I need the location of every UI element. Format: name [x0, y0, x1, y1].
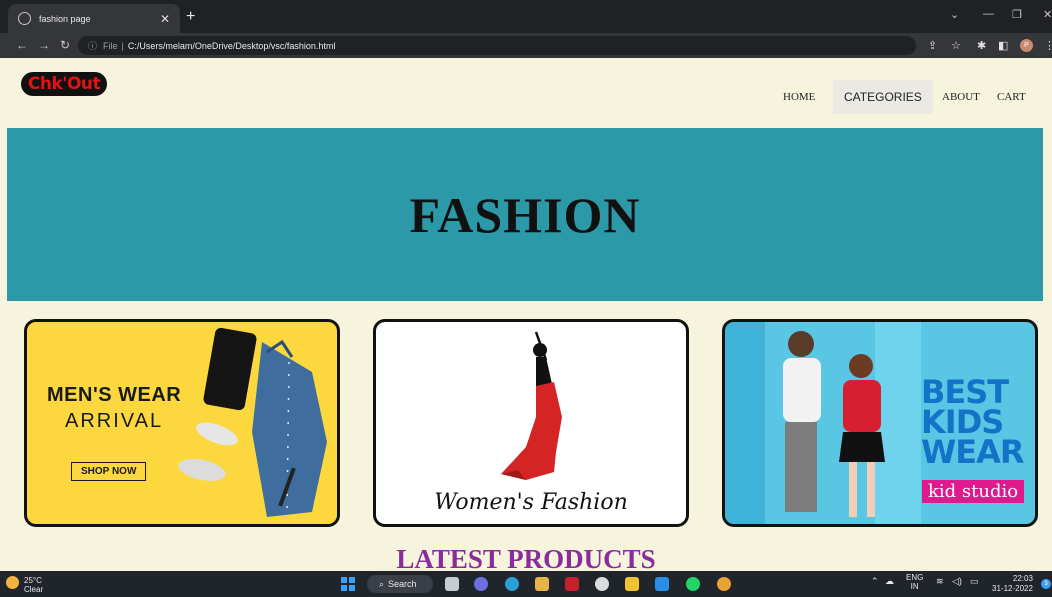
browser-tab[interactable]: fashion page ✕: [8, 4, 180, 33]
bookmark-star-icon[interactable]: ☆: [951, 39, 961, 52]
maximize-button[interactable]: ❐: [1012, 8, 1022, 21]
tab-title: fashion page: [39, 13, 91, 24]
task-view-icon[interactable]: [445, 577, 459, 591]
logo-part-1: Chk': [27, 74, 68, 94]
weather-moon-icon[interactable]: [6, 576, 19, 589]
weather-temp: 25°C: [24, 576, 42, 585]
kids-line-3: WEAR: [921, 433, 1025, 471]
info-icon[interactable]: ⓘ: [88, 39, 97, 52]
url-scheme: File: [103, 40, 118, 51]
back-icon[interactable]: ←: [16, 38, 28, 52]
notification-badge[interactable]: 3: [1041, 579, 1051, 589]
menu-icon[interactable]: ⋮: [1044, 39, 1052, 52]
system-clock[interactable]: 22:03 31-12-2022: [992, 574, 1033, 594]
address-bar[interactable]: ⓘ File | C:/Users/melam/OneDrive/Desktop…: [78, 36, 916, 55]
women-card-label: Women's Fashion: [434, 490, 628, 515]
logo-part-2: Out: [66, 74, 101, 94]
nav-about[interactable]: ABOUT: [942, 91, 980, 103]
clock-time: 22:03: [1012, 574, 1033, 583]
share-icon[interactable]: ⇪: [928, 39, 937, 52]
cloud-icon[interactable]: ☁: [885, 576, 894, 587]
language-indicator[interactable]: ENG IN: [906, 573, 923, 591]
category-card-kids[interactable]: BEST KIDS WEAR kid studio: [722, 319, 1038, 527]
whatsapp-icon[interactable]: [686, 577, 700, 591]
weather-condition: Clear: [24, 585, 44, 594]
tray-chevron-icon[interactable]: ⌃: [871, 576, 879, 587]
search-icon: ⌕: [379, 578, 385, 589]
volume-icon[interactable]: ◁): [952, 576, 962, 587]
browser-tabbar: fashion page ✕ + ⌄ — ❐ ✕: [0, 0, 1052, 33]
category-card-men[interactable]: MEN'S WEAR ARRIVAL SHOP NOW: [24, 319, 340, 527]
windows-taskbar: 25°C Clear ⌕ Search ⌃ ☁ ENG IN ≋ ◁) ▭ 22…: [0, 571, 1052, 597]
kids-card-headline: BEST KIDS WEAR: [921, 376, 1025, 471]
globe-icon: [18, 12, 31, 25]
store-icon[interactable]: [535, 577, 549, 591]
lang-code: ENG: [906, 573, 924, 582]
minimize-button[interactable]: —: [983, 8, 994, 20]
url-text: C:/Users/melam/OneDrive/Desktop/vsc/fash…: [127, 40, 336, 51]
lang-region: IN: [910, 582, 919, 591]
side-panel-icon[interactable]: ◧: [998, 39, 1008, 52]
edge-icon[interactable]: [505, 577, 519, 591]
close-window-button[interactable]: ✕: [1043, 8, 1052, 21]
menswear-illustration: [178, 327, 327, 517]
category-card-women[interactable]: Women's Fashion: [373, 319, 689, 527]
tab-search-icon[interactable]: ⌄: [950, 8, 959, 21]
start-button[interactable]: [341, 577, 355, 591]
file-explorer-icon[interactable]: [625, 577, 639, 591]
hero-title: FASHION: [409, 186, 641, 243]
forward-icon[interactable]: →: [38, 38, 50, 52]
chrome-icon[interactable]: [717, 577, 731, 591]
battery-icon[interactable]: ▭: [970, 576, 979, 587]
kid-studio-badge: kid studio: [922, 480, 1025, 503]
site-logo[interactable]: Chk'Out: [21, 72, 107, 96]
url-separator: |: [121, 40, 124, 51]
new-tab-button[interactable]: +: [186, 8, 195, 26]
nav-home[interactable]: HOME: [783, 91, 815, 103]
dell-icon[interactable]: [595, 577, 609, 591]
profile-avatar[interactable]: P: [1020, 39, 1033, 52]
hero-banner: FASHION: [7, 128, 1043, 301]
reload-icon[interactable]: ↻: [60, 38, 70, 52]
clock-date: 31-12-2022: [992, 584, 1033, 593]
teams-icon[interactable]: [474, 577, 488, 591]
wifi-icon[interactable]: ≋: [936, 576, 944, 587]
nav-cart[interactable]: CART: [997, 91, 1026, 103]
mcafee-icon[interactable]: [565, 577, 579, 591]
taskbar-search-label: Search: [388, 579, 417, 589]
weather-widget[interactable]: 25°C Clear: [24, 576, 43, 594]
nav-categories[interactable]: CATEGORIES: [833, 80, 933, 114]
browser-toolbar: ← → ↻ ⓘ File | C:/Users/melam/OneDrive/D…: [0, 33, 1052, 58]
extensions-icon[interactable]: ✱: [977, 39, 986, 52]
close-tab-icon[interactable]: ✕: [160, 12, 170, 26]
vscode-icon[interactable]: [655, 577, 669, 591]
taskbar-search[interactable]: ⌕ Search: [367, 575, 433, 593]
